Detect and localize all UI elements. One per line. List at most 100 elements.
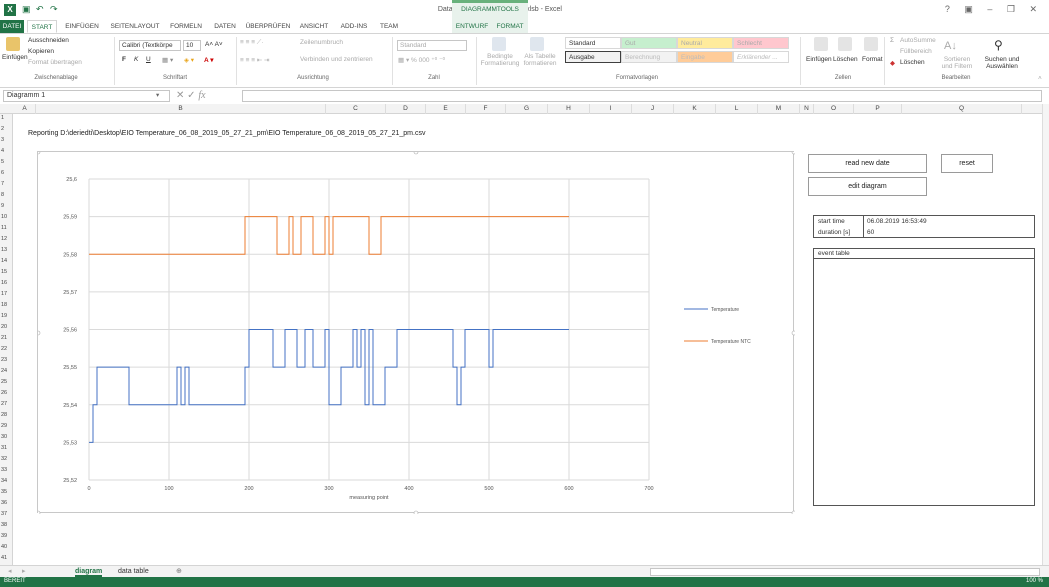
chart-object[interactable]: 25,52 25,53 25,54 25,55 25,56 25,57 25,58 25,59… <box>37 151 795 514</box>
align-top-icons[interactable]: ≡ ≡ ≡ ⟋· <box>240 39 264 47</box>
style-explanatory[interactable]: Erklärender ... <box>733 51 789 63</box>
tab-add-ins[interactable]: ADD-INS <box>336 20 372 33</box>
row-header[interactable]: 31 <box>0 444 13 452</box>
column-header-m[interactable]: M <box>758 104 800 114</box>
style-bad[interactable]: Schlecht <box>733 37 789 49</box>
insert-cells-icon[interactable] <box>814 37 828 51</box>
tab-start[interactable]: START <box>27 20 57 33</box>
tab-formulas[interactable]: FORMELN <box>166 20 206 33</box>
format-as-table-icon[interactable] <box>530 37 544 51</box>
row-header[interactable]: 15 <box>0 268 13 276</box>
tab-team[interactable]: TEAM <box>374 20 404 33</box>
collapse-ribbon-icon[interactable]: ˄ <box>1038 75 1042 82</box>
vertical-scrollbar[interactable] <box>1042 104 1049 565</box>
row-header[interactable]: 37 <box>0 510 13 518</box>
number-format-select[interactable]: Standard <box>397 40 467 51</box>
column-header-j[interactable]: J <box>632 104 674 114</box>
wrap-text-button[interactable]: Zeilenumbruch <box>300 39 343 46</box>
row-header[interactable]: 22 <box>0 345 13 353</box>
cancel-icon[interactable]: ✕ <box>176 90 184 101</box>
row-header[interactable]: 23 <box>0 356 13 364</box>
row-header[interactable]: 6 <box>0 169 13 177</box>
row-header[interactable]: 20 <box>0 323 13 331</box>
autosum-button[interactable]: AutoSumme <box>900 37 936 44</box>
fill-color-icon[interactable]: ◈ ▾ <box>184 56 194 64</box>
font-name-select[interactable]: Calibri (Textkörpe <box>119 40 181 51</box>
column-header-l[interactable]: L <box>716 104 758 114</box>
tab-design[interactable]: ENTWURF <box>452 20 492 33</box>
column-header-q[interactable]: Q <box>902 104 1022 114</box>
row-header[interactable]: 41 <box>0 554 13 562</box>
column-header-n[interactable]: N <box>800 104 814 114</box>
formula-input[interactable] <box>242 90 1042 102</box>
row-header[interactable]: 28 <box>0 411 13 419</box>
fill-button[interactable]: Füllbereich <box>900 48 932 55</box>
column-header-e[interactable]: E <box>426 104 466 114</box>
row-header[interactable]: 7 <box>0 180 13 188</box>
font-size-select[interactable]: 10 <box>183 40 201 51</box>
read-new-date-button[interactable]: read new date <box>808 154 927 173</box>
row-header[interactable]: 8 <box>0 191 13 199</box>
row-header[interactable]: 24 <box>0 367 13 375</box>
row-header[interactable]: 32 <box>0 455 13 463</box>
align-left-icons[interactable]: ≡ ≡ ≡ ⇤ ⇥ <box>240 56 270 64</box>
tab-view[interactable]: ANSICHT <box>294 20 334 33</box>
number-format-icons[interactable]: ▦ ▾ % 000 ⁺⁰ ⁻⁰ <box>398 56 445 64</box>
row-header[interactable]: 33 <box>0 466 13 474</box>
underline-button[interactable]: U <box>146 56 151 63</box>
format-painter-button[interactable]: Format übertragen <box>28 59 82 66</box>
row-header[interactable]: 5 <box>0 158 13 166</box>
sort-filter-button[interactable]: Sortieren und Filtern <box>940 56 974 70</box>
tab-data[interactable]: DATEN <box>208 20 242 33</box>
row-header[interactable]: 3 <box>0 136 13 144</box>
row-header[interactable]: 1 <box>0 114 13 122</box>
find-select-button[interactable]: Suchen und Auswählen <box>982 56 1022 70</box>
row-header[interactable]: 25 <box>0 378 13 386</box>
format-cells-button[interactable]: Format <box>862 56 883 63</box>
border-icon[interactable]: ▦ ▾ <box>162 56 173 64</box>
row-header[interactable]: 12 <box>0 235 13 243</box>
tab-insert[interactable]: EINFÜGEN <box>60 20 104 33</box>
clear-button[interactable]: Löschen <box>900 59 925 66</box>
format-cells-icon[interactable] <box>864 37 878 51</box>
next-sheet-icon[interactable]: ▸ <box>22 566 26 577</box>
row-header[interactable]: 10 <box>0 213 13 221</box>
enter-icon[interactable]: ✓ <box>187 90 195 101</box>
conditional-format-icon[interactable] <box>492 37 506 51</box>
row-header[interactable]: 21 <box>0 334 13 342</box>
row-header[interactable]: 14 <box>0 257 13 265</box>
column-header-g[interactable]: G <box>506 104 548 114</box>
tab-review[interactable]: ÜBERPRÜFEN <box>244 20 292 33</box>
row-header[interactable]: 9 <box>0 202 13 210</box>
row-header[interactable]: 29 <box>0 422 13 430</box>
row-header[interactable]: 18 <box>0 301 13 309</box>
row-header[interactable]: 11 <box>0 224 13 232</box>
tab-file[interactable]: DATEI <box>0 20 24 33</box>
style-good[interactable]: Gut <box>621 37 677 49</box>
row-header[interactable]: 27 <box>0 400 13 408</box>
row-header[interactable]: 26 <box>0 389 13 397</box>
tab-format[interactable]: FORMAT <box>492 20 528 33</box>
style-standard[interactable]: Standard <box>565 37 621 49</box>
row-header[interactable]: 2 <box>0 125 13 133</box>
column-header-f[interactable]: F <box>466 104 506 114</box>
style-neutral[interactable]: Neutral <box>677 37 733 49</box>
paste-button[interactable]: Einfügen <box>2 54 28 61</box>
window-controls[interactable]: ? ▣ – ❐ ✕ <box>945 4 1043 15</box>
column-header-p[interactable]: P <box>854 104 902 114</box>
column-header-h[interactable]: H <box>548 104 590 114</box>
row-header[interactable]: 30 <box>0 433 13 441</box>
row-header[interactable]: 13 <box>0 246 13 254</box>
column-header-i[interactable]: I <box>590 104 632 114</box>
sheet-tab-diagram[interactable]: diagram <box>75 566 103 577</box>
row-header[interactable]: 16 <box>0 279 13 287</box>
tab-page-layout[interactable]: SEITENLAYOUT <box>106 20 164 33</box>
copy-button[interactable]: Kopieren <box>28 48 54 55</box>
conditional-format-button[interactable]: Bedingte Formatierung <box>480 53 520 67</box>
row-header[interactable]: 36 <box>0 499 13 507</box>
bold-button[interactable]: F <box>122 56 126 63</box>
style-output[interactable]: Ausgabe <box>565 51 621 63</box>
edit-diagram-button[interactable]: edit diagram <box>808 177 927 196</box>
column-header-d[interactable]: D <box>386 104 426 114</box>
column-header-o[interactable]: O <box>814 104 854 114</box>
